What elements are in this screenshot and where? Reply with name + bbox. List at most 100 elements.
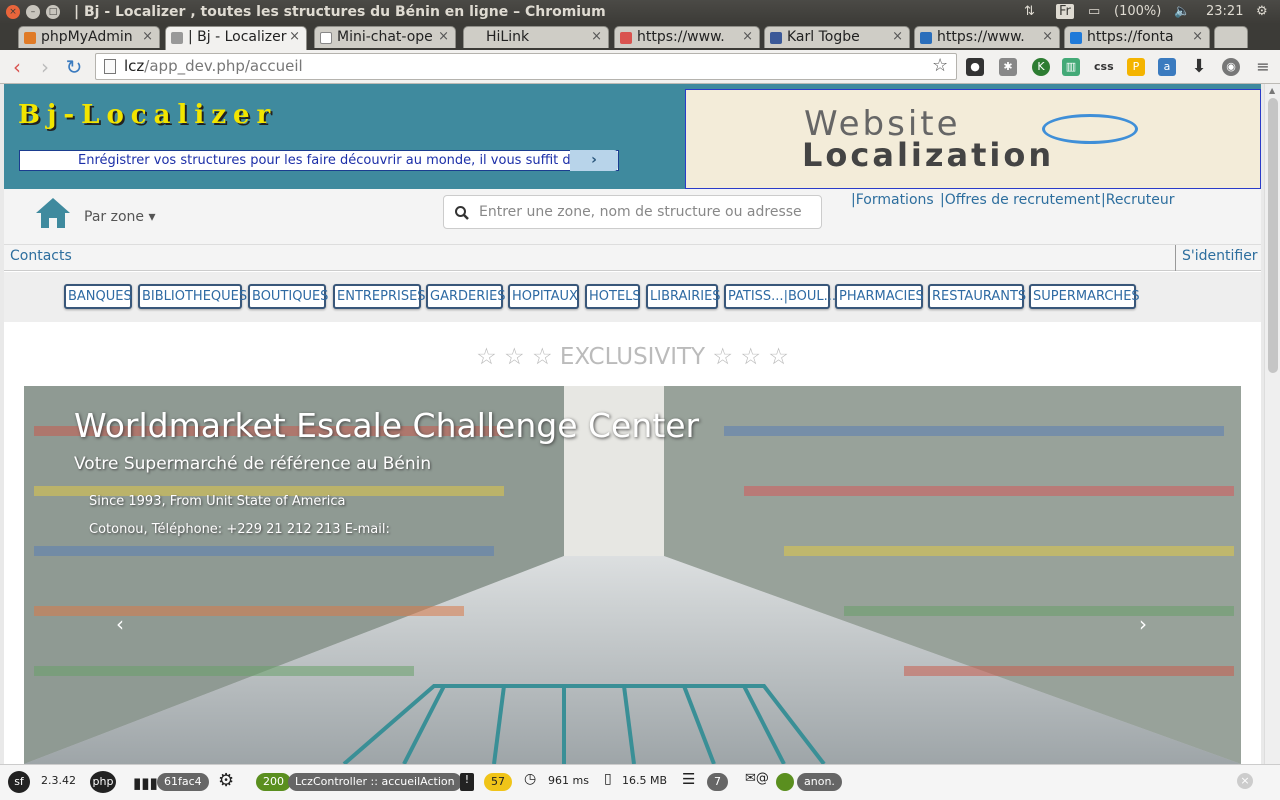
category-librairies[interactable]: LIBRAIRIES [646,284,721,309]
slide-line-contact: Cotonou, Téléphone: +229 21 212 213 E-ma… [89,522,390,537]
carousel-prev-icon[interactable]: ‹ [116,612,124,636]
par-zone-dropdown[interactable]: Par zone ▾ [84,209,155,225]
system-settings-icon[interactable]: ⚙ [1256,4,1268,19]
marquee-next-button[interactable]: › [570,150,618,171]
tab-close-icon[interactable]: × [892,29,903,44]
recruteur-link[interactable]: |Recruteur [1101,192,1175,208]
category-entreprises[interactable]: ENTREPRISES [333,284,426,309]
tab-mini-chat[interactable]: Mini-chat-ope × [314,26,456,48]
site-header: Bj-Localizer Enrégistrer vos structures … [4,84,1261,189]
request-time[interactable]: 961 ms [548,774,589,787]
new-tab-button[interactable] [1214,26,1248,48]
localizer-icon [171,32,183,44]
category-garderies[interactable]: GARDERIES [426,284,506,309]
reload-icon[interactable]: ↻ [63,55,85,79]
signin-link[interactable]: S'identifier [1175,245,1261,271]
category-patisseries-boulangeries[interactable]: PATISS...|BOUL... [724,284,836,309]
tab-www-2[interactable]: https://www. × [914,26,1060,48]
site-logo[interactable]: Bj-Localizer [18,100,277,130]
carousel-next-icon[interactable]: › [1139,612,1147,636]
user-badge[interactable]: anon. [797,773,842,791]
gear-extension-icon[interactable]: ✱ [999,58,1017,76]
menu-icon[interactable]: ≡ [1254,58,1272,76]
symfony-logo-icon[interactable]: sf [8,771,30,793]
tab-label: Mini-chat-ope [337,29,433,45]
category-supermarches[interactable]: SUPERMARCHES [1029,284,1140,309]
contacts-link[interactable]: Contacts [10,248,72,264]
home-icon[interactable] [34,196,72,230]
category-restaurants[interactable]: RESTAURANTS [928,284,1026,309]
tab-hilink[interactable]: HiLink × [463,26,609,48]
close-toolbar-icon[interactable]: × [1237,773,1253,789]
window-minimize-button[interactable]: – [26,5,40,19]
keyboard-indicator[interactable]: Fr [1056,4,1074,19]
tab-label: https://www. [937,29,1025,45]
slide-title[interactable]: Worldmarket Escale Challenge Center [74,406,699,445]
tab-close-icon[interactable]: × [438,29,449,44]
network-icon[interactable]: ⇅ [1024,4,1035,19]
memory-usage[interactable]: 16.5 MB [622,774,667,787]
url-path: /app_dev.php/accueil [144,57,303,75]
tab-close-icon[interactable]: × [289,29,300,44]
scroll-up-icon[interactable]: ▲ [1269,86,1275,95]
category-hotels[interactable]: HOTELS [585,284,641,309]
category-banques[interactable]: BANQUES [64,284,132,309]
forward-icon[interactable]: › [34,55,56,79]
back-icon[interactable]: ‹ [6,55,28,79]
announcement-marquee: Enrégistrer vos structures pour les fair… [19,150,619,171]
formations-link[interactable]: |Formations [851,192,934,208]
profiler-token[interactable]: 61fac4 [157,773,209,791]
window-maximize-button[interactable]: □ [46,5,60,19]
tab-facebook[interactable]: Karl Togbe × [764,26,910,48]
offres-recrutement-link[interactable]: |Offres de recrutement [940,192,1100,208]
warnings-count[interactable]: 57 [484,773,512,791]
tab-phpmyadmin[interactable]: phpMyAdmin × [18,26,160,48]
tab-close-icon[interactable]: × [1192,29,1203,44]
clock[interactable]: 23:21 [1206,4,1243,19]
web-page: Bj-Localizer Enrégistrer vos structures … [4,84,1261,764]
tab-localizer[interactable]: | Bj - Localizer × [165,26,307,50]
category-hopitaux[interactable]: HOPITAUX [508,284,579,309]
k-extension-icon[interactable]: K [1032,58,1050,76]
os-title-bar: × – □ | Bj - Localizer , toutes les stru… [0,0,1280,24]
bookmark-star-icon[interactable]: ☆ [932,55,948,76]
globe-extension-icon[interactable]: ◉ [1222,58,1240,76]
site-icon [620,32,632,44]
window-title: | Bj - Localizer , toutes les structures… [74,4,606,20]
search-input[interactable]: Entrer une zone, nom de structure ou adr… [443,195,822,229]
url-text: lcz/app_dev.php/accueil [124,57,303,75]
category-pharmacies[interactable]: PHARMACIES [835,284,924,309]
scroll-thumb[interactable] [1268,98,1278,373]
tab-close-icon[interactable]: × [1042,29,1053,44]
status-code-badge[interactable]: 200 [256,773,291,791]
queries-count[interactable]: 7 [707,773,728,791]
category-boutiques[interactable]: BOUTIQUES [248,284,328,309]
volume-icon[interactable]: 🔈 [1174,4,1190,19]
website-localization-banner[interactable]: Website Localization [685,89,1261,189]
symfony-version[interactable]: 2.3.42 [41,774,76,787]
mask-extension-icon[interactable]: ● [966,58,984,76]
tab-fontawesome[interactable]: https://fonta × [1064,26,1210,48]
chart-extension-icon[interactable]: ▥ [1062,58,1080,76]
address-bar[interactable]: lcz/app_dev.php/accueil ☆ [95,53,957,80]
phpmyadmin-icon [24,32,36,44]
tab-close-icon[interactable]: × [142,29,153,44]
window-close-button[interactable]: × [6,5,20,19]
tab-close-icon[interactable]: × [742,29,753,44]
php-icon[interactable]: php [90,771,116,793]
category-bibliotheques[interactable]: BIBLIOTHEQUES [138,284,247,309]
p-extension-icon[interactable]: P [1127,58,1145,76]
globe-icon [1042,114,1138,144]
tab-www-1[interactable]: https://www. × [614,26,760,48]
controller-badge[interactable]: LczController :: accueilAction [288,773,462,791]
page-scrollbar[interactable]: ▲ [1264,84,1280,764]
site-navbar: Par zone ▾ Entrer une zone, nom de struc… [4,189,1261,245]
css-extension-icon[interactable]: css [1094,58,1114,76]
slide-line-since: Since 1993, From Unit State of America [89,494,346,509]
translate-extension-icon[interactable]: a [1158,58,1176,76]
battery-icon[interactable]: ▭ [1088,4,1100,19]
tab-close-icon[interactable]: × [591,29,602,44]
download-icon[interactable]: ⬇ [1190,58,1208,76]
site-icon [920,32,932,44]
exclusivity-carousel[interactable]: Worldmarket Escale Challenge Center Votr… [24,386,1241,764]
